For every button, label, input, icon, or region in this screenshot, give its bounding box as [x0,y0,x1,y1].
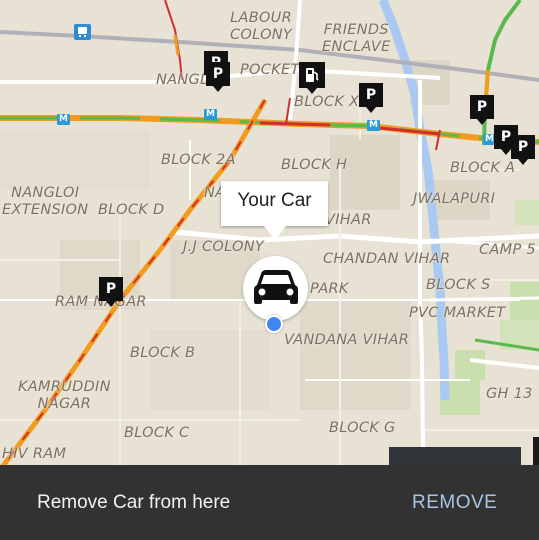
area-label-kamruddin-nagar: KAMRUDDIN NAGAR [18,379,111,413]
area-label-line: ENCLAVE [322,39,391,55]
area-label-line: KAMRUDDIN [18,379,111,395]
area-label-pocket: POCKET [240,62,300,78]
remove-button[interactable]: REMOVE [412,492,497,514]
callout-pointer [264,226,286,240]
area-label-block-h: BLOCK H [281,157,348,173]
area-label-line: EXTENSION [2,202,89,218]
area-label-line: NANGLOI [11,185,80,201]
area-label-park: PARK [310,281,349,297]
snackbar: Remove Car from here REMOVE [0,465,539,540]
area-label-jwalapuri: JWALAPURI [413,191,496,207]
area-label-line: COLONY [230,27,293,43]
parking-icon[interactable]: P [99,277,123,307]
parking-icon[interactable]: P [359,83,383,113]
area-label-block-b: BLOCK B [130,345,196,361]
area-label-block-2a: BLOCK 2A [161,152,236,168]
snackbar-message: Remove Car from here [37,492,231,513]
area-label-jj-colony: J.J COLONY [183,239,265,255]
area-label-vihar: VIHAR [325,212,372,228]
parking-icon[interactable]: P [206,62,230,92]
callout-label: Your Car [237,190,312,211]
parking-icon[interactable]: P [511,135,535,165]
area-label-nangl: NANGL [156,72,209,88]
metro-station-icon[interactable]: M [367,120,380,131]
current-location-dot [265,315,283,333]
area-label-chandan-vihar: CHANDAN VIHAR [323,251,451,267]
metro-station-icon[interactable]: M [204,109,217,120]
fuel-pump-icon [306,68,319,82]
metro-station-icon[interactable]: M [57,114,70,125]
area-label-hiv-ram: HIV RAM [2,446,67,462]
parking-icon[interactable]: P [470,95,494,125]
area-label-line: FRIENDS [323,22,389,38]
area-label-labour-colony: LABOUR COLONY [230,10,292,44]
area-label-block-c: BLOCK C [124,425,190,441]
car-icon [254,270,298,304]
map-overlay-panel [389,447,521,467]
map-edge-control [533,437,539,467]
area-label-block-d: BLOCK D [98,202,165,218]
area-label-block-a: BLOCK A [450,160,516,176]
area-label-camp5: CAMP 5 [479,242,536,258]
area-label-line: NAGAR [37,396,92,412]
area-label-pvc-market: PVC MARKET [409,305,506,321]
gas-station-icon[interactable] [299,62,325,94]
area-label-block-x: BLOCK X [294,94,360,110]
area-label-friends-enclave: FRIENDS ENCLAVE [322,22,391,56]
area-label-nangloi-extension: NANGLOI EXTENSION [2,185,88,219]
area-label-line: LABOUR [230,10,292,26]
area-label-gh13: GH 13 [486,386,533,402]
area-label-vandana-vihar: VANDANA VIHAR [284,332,410,348]
area-label-block-s: BLOCK S [426,277,491,293]
bus-stop-icon[interactable] [74,24,91,40]
parked-car-marker[interactable] [243,256,308,321]
car-callout[interactable]: Your Car [221,181,328,226]
area-label-block-g: BLOCK G [329,420,396,436]
